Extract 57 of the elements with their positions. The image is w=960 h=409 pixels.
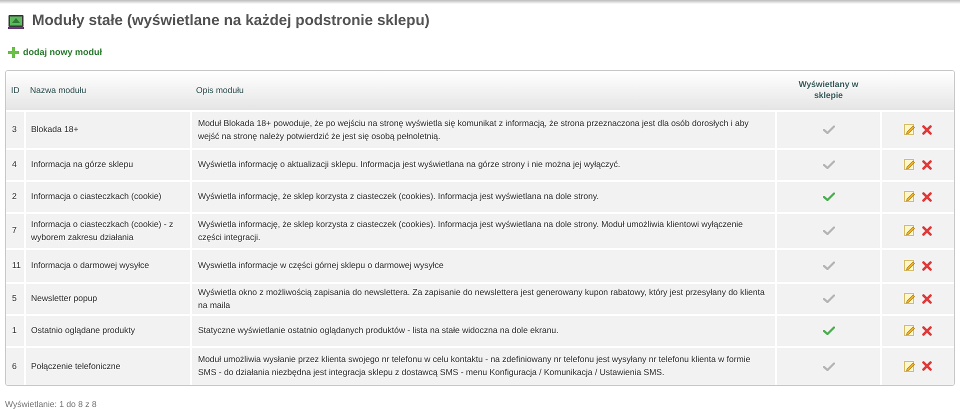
monitor-icon: [8, 14, 24, 28]
delete-icon[interactable]: [922, 226, 932, 236]
module-name: Informacja o ciasteczkach (cookie) - z wyborem zakresu działania: [31, 218, 174, 242]
module-description: Statyczne wyświetlanie ostatnio oglądanych produktów - lista na stałe widoczna na dole ekranu.: [198, 325, 559, 336]
edit-icon[interactable]: [904, 159, 915, 170]
id-cell: 4: [12, 159, 17, 170]
module-description: Wyświetla informację, że sklep korzysta z ciasteczek (cookies). Informacja jest wyświetlana na dole strony. Moduł umożliwia klientowi wyłączenie części integracji.: [198, 218, 743, 242]
checkmark-icon[interactable]: [822, 326, 834, 336]
edit-icon[interactable]: [904, 260, 915, 271]
module-name: Informacja o ciasteczkach (cookie): [31, 191, 162, 202]
page-title: Moduły stałe (wyświetlane na każdej podstronie sklepu): [32, 10, 430, 31]
module-name: Połączenie telefoniczne: [31, 360, 120, 371]
pagination-summary: Wyświetlanie: 1 do 8 z 8: [5, 398, 97, 409]
column-header: Nazwa modułu: [30, 84, 86, 95]
delete-icon[interactable]: [922, 160, 932, 170]
column-header: ID: [11, 84, 20, 95]
module-description: Wyświetla informację, że sklep korzysta z ciasteczek (cookies). Informacja jest wyświetlana na dole strony.: [198, 191, 599, 202]
edit-icon[interactable]: [904, 124, 915, 135]
id-cell: 2: [12, 191, 17, 202]
delete-icon[interactable]: [922, 124, 932, 134]
checkmark-icon[interactable]: [822, 226, 834, 236]
id-cell: 7: [12, 225, 17, 236]
id-cell: 1: [12, 325, 17, 336]
module-name: Blokada 18+: [31, 124, 78, 134]
column-header: Wyświetlany w sklepie: [798, 78, 858, 100]
column-header: Opis modułu: [196, 84, 244, 95]
edit-icon[interactable]: [904, 325, 915, 336]
id-cell: 11: [12, 260, 21, 270]
module-name: Informacja na górze sklepu: [31, 159, 134, 170]
checkmark-icon[interactable]: [822, 125, 834, 134]
module-description: Wyświetla okno z możliwością zapisania do newslettera. Za zapisanie do newslettera jest generowany kupon rabatowy, który jest przesyłany do klienta na maila: [198, 286, 765, 310]
checkmark-icon[interactable]: [822, 160, 834, 170]
delete-icon[interactable]: [922, 361, 932, 371]
checkmark-icon[interactable]: [822, 294, 834, 304]
edit-icon[interactable]: [904, 293, 915, 304]
module-name: Newsletter popup: [31, 293, 98, 304]
id-cell: 3: [12, 124, 17, 134]
delete-icon[interactable]: [922, 326, 932, 336]
module-description: Moduł umożliwia wysłanie przez klienta swojego nr telefonu w celu kontaktu - na zdefiniowany nr telefonu jest wysyłany nr telefonu klienta w formie SMS - do działania niezbędna jest integracja sklepu z dostawcą SMS - menu Konfiguracja / Komunikacja / Ustawienia SMS.: [198, 354, 750, 377]
checkmark-icon[interactable]: [822, 362, 834, 371]
id-cell: 6: [12, 360, 17, 371]
id-cell: 5: [12, 293, 17, 304]
plus-icon: [8, 47, 19, 58]
checkmark-icon[interactable]: [822, 261, 834, 270]
edit-icon[interactable]: [904, 225, 915, 236]
delete-icon[interactable]: [922, 192, 932, 202]
delete-icon[interactable]: [922, 294, 932, 304]
checkmark-icon[interactable]: [822, 192, 834, 202]
module-description: Wyswietla informacje w części górnej sklepu o darmowej wysyłce: [198, 260, 444, 270]
add-module-link[interactable]: dodaj nowy moduł: [8, 46, 102, 60]
module-name: Informacja o darmowej wysyłce: [31, 260, 150, 270]
module-description: Moduł Blokada 18+ powoduje, że po wejściu na stronę wyświetla się komunikat z informacją, że strona przeznaczona jest dla osób dorosłych i aby wejść na stronę należy potwierdzić że jest się osobą pełnoletnią.: [198, 118, 749, 140]
module-description: Wyświetla informację o aktualizacji sklepu. Informacja jest wyświetlana na górze strony i nie można jej wyłączyć.: [198, 159, 620, 170]
edit-icon[interactable]: [904, 191, 915, 202]
delete-icon[interactable]: [922, 260, 932, 270]
module-name: Ostatnio oglądane produkty: [31, 325, 135, 336]
edit-icon[interactable]: [904, 360, 915, 372]
